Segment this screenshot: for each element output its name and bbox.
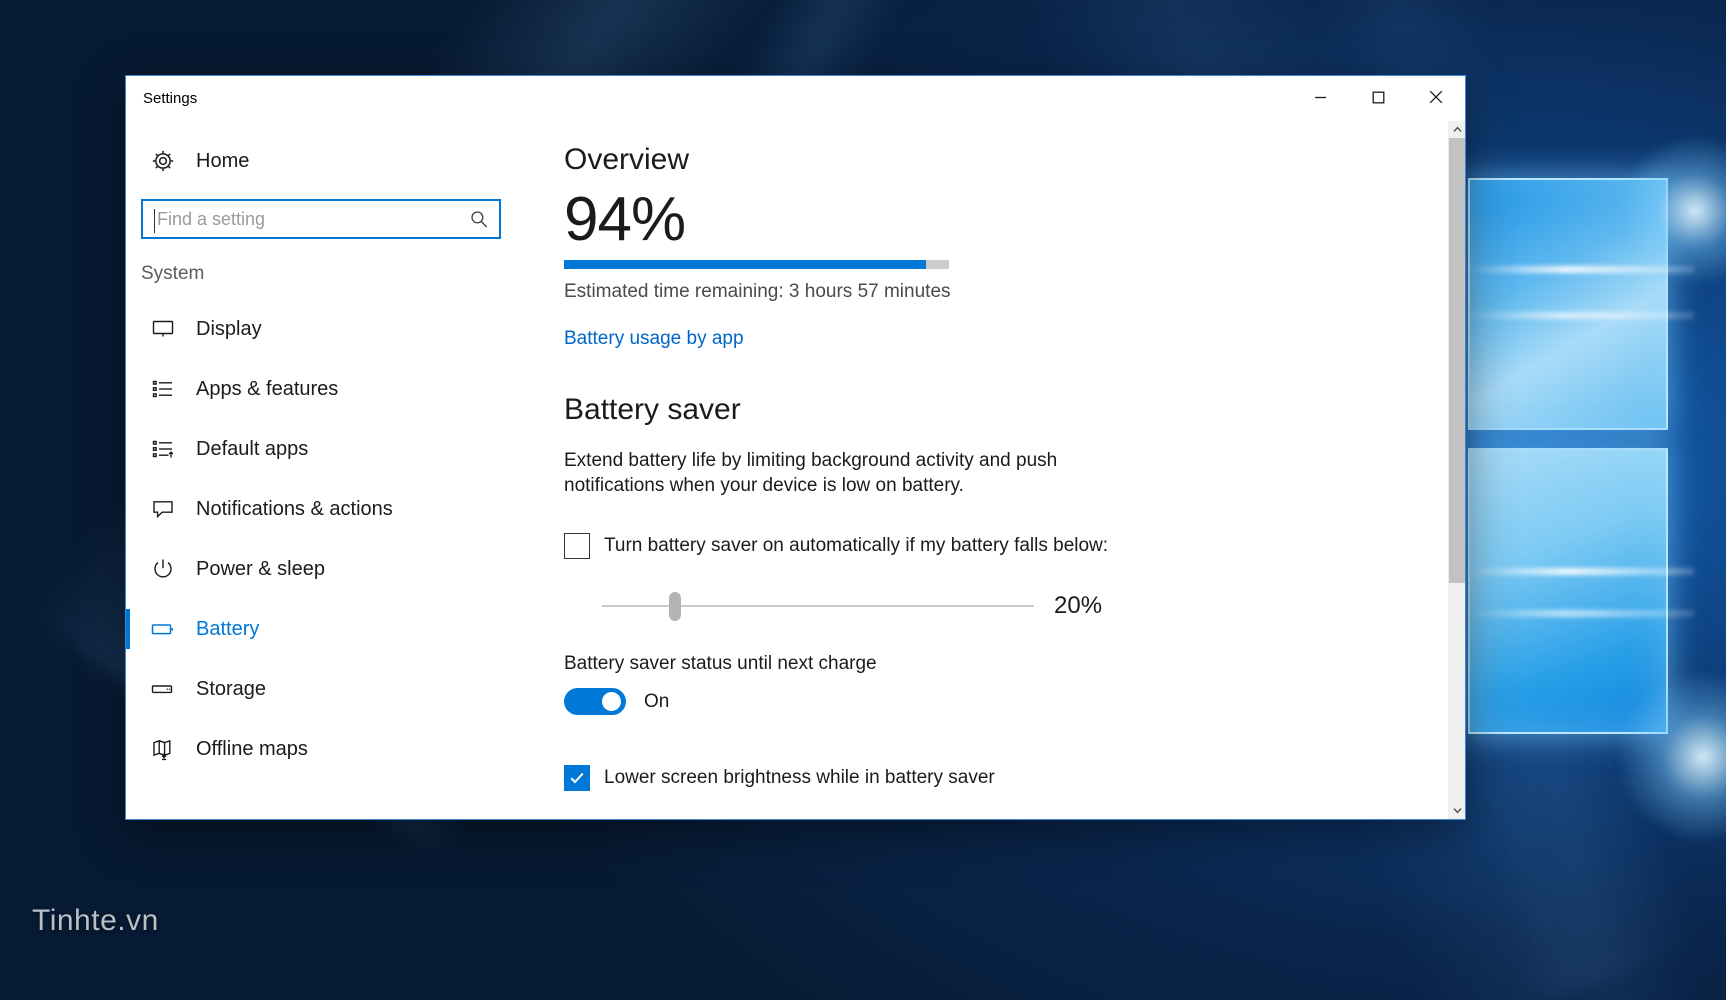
scroll-down-button[interactable] [1449, 802, 1465, 819]
sidebar-item-storage[interactable]: Storage [126, 659, 519, 719]
text-caret [154, 209, 155, 233]
checkmark-icon [570, 773, 584, 784]
list-arrow-icon [141, 437, 185, 461]
auto-battery-saver-label: Turn battery saver on automatically if m… [604, 535, 1109, 557]
chevron-up-icon [1453, 126, 1461, 132]
window-title: Settings [143, 90, 198, 107]
sidebar-group-header: System [141, 263, 205, 284]
minimize-button[interactable] [1291, 76, 1349, 118]
search-box[interactable] [141, 199, 501, 239]
auto-battery-saver-checkbox[interactable] [564, 533, 590, 560]
battery-percentage: 94% [564, 185, 686, 254]
sidebar-item-label: Home [196, 149, 250, 172]
threshold-slider-row: 20% [564, 589, 1408, 623]
maximize-button[interactable] [1349, 76, 1407, 118]
sidebar-item-label: Notifications & actions [196, 497, 393, 520]
slider-thumb[interactable] [669, 592, 682, 622]
chevron-down-icon [1453, 808, 1461, 814]
selection-indicator [126, 609, 130, 649]
sidebar-item-home[interactable]: Home [126, 131, 519, 191]
auto-battery-saver-row[interactable]: Turn battery saver on automatically if m… [564, 533, 1408, 560]
threshold-value-label: 20% [1054, 592, 1103, 620]
sidebar-item-default-apps[interactable]: Default apps [126, 419, 519, 479]
content-area: Overview 94% Estimated time remaining: 3… [519, 121, 1465, 819]
sidebar-item-power-sleep[interactable]: Power & sleep [126, 539, 519, 599]
list-icon [141, 377, 185, 401]
page-title: Overview [564, 143, 690, 176]
lower-brightness-checkbox[interactable] [564, 765, 590, 792]
speech-bubble-icon [141, 497, 185, 521]
close-icon [1429, 90, 1443, 104]
drive-icon [141, 676, 185, 702]
settings-window: Settings Home Find a setting System Disp… [125, 75, 1466, 820]
battery-saver-toggle[interactable] [564, 688, 626, 716]
battery-saver-heading: Battery saver [564, 392, 741, 426]
sidebar-item-label: Battery [196, 617, 260, 640]
sidebar-item-label: Offline maps [196, 737, 308, 760]
estimated-time-text: Estimated time remaining: 3 hours 57 min… [564, 280, 951, 302]
sidebar-item-label: Default apps [196, 437, 309, 460]
sidebar-item-offline-maps[interactable]: Offline maps [126, 719, 519, 779]
title-bar: Settings [126, 76, 1465, 121]
wallpaper-window-pane [1464, 448, 1694, 734]
sidebar-item-label: Apps & features [196, 377, 339, 400]
maximize-icon [1372, 91, 1384, 103]
window-controls [1291, 76, 1465, 118]
gear-icon [141, 148, 185, 174]
battery-progress-fill [564, 259, 926, 269]
battery-saver-toggle-row: On [564, 688, 1408, 716]
lower-brightness-label: Lower screen brightness while in battery… [604, 767, 995, 789]
map-download-icon [141, 737, 185, 761]
sidebar-item-label: Display [196, 317, 262, 340]
search-icon[interactable] [459, 209, 499, 229]
scrollbar-thumb[interactable] [1449, 138, 1465, 583]
slider-track [602, 605, 1034, 608]
watermark: Tinhte.vn [32, 904, 159, 937]
scroll-up-button[interactable] [1449, 121, 1465, 138]
toggle-state-label: On [644, 690, 670, 712]
battery-threshold-slider[interactable] [602, 589, 1034, 623]
power-icon [141, 557, 185, 581]
battery-saver-status-label: Battery saver status until next charge [564, 653, 877, 675]
vertical-scrollbar[interactable] [1448, 121, 1465, 819]
sidebar: Home System [126, 121, 519, 819]
battery-icon [141, 616, 185, 642]
settings-content: Overview 94% Estimated time remaining: 3… [519, 121, 1448, 819]
desktop: Tinhte.vn Settings Home Find a setting S… [0, 0, 1726, 1000]
sidebar-item-battery[interactable]: Battery [126, 599, 519, 659]
close-button[interactable] [1407, 76, 1465, 118]
sidebar-item-label: Storage [196, 677, 267, 700]
toggle-knob [602, 692, 621, 712]
lower-brightness-row[interactable]: Lower screen brightness while in battery… [564, 765, 1408, 792]
search-input[interactable] [143, 208, 459, 230]
battery-progress-bar [564, 259, 949, 269]
sidebar-item-label: Power & sleep [196, 557, 325, 580]
minimize-icon [1314, 96, 1326, 98]
search-container [126, 191, 519, 239]
battery-usage-link[interactable]: Battery usage by app [564, 328, 744, 350]
sidebar-item-apps-features[interactable]: Apps & features [126, 359, 519, 419]
sidebar-item-notifications-actions[interactable]: Notifications & actions [126, 479, 519, 539]
monitor-icon [141, 317, 185, 341]
battery-saver-description: Extend battery life by limiting backgrou… [564, 449, 1058, 496]
sidebar-item-display[interactable]: Display [126, 299, 519, 359]
